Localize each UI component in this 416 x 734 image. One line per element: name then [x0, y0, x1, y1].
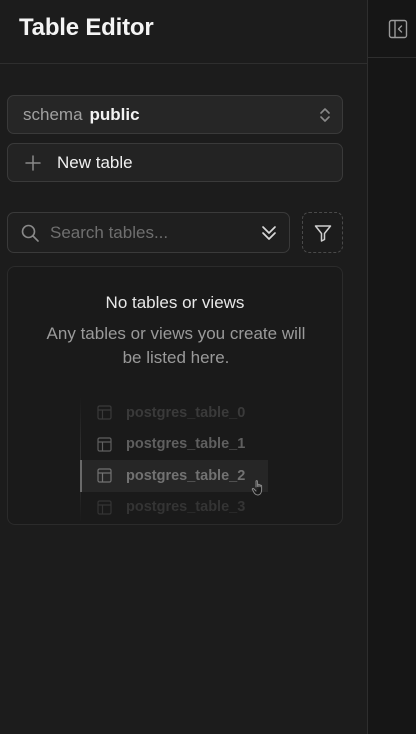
list-item-label: postgres_table_2 [126, 467, 246, 484]
sidebar-header: Table Editor [0, 0, 367, 64]
list-item-label: postgres_table_0 [126, 404, 246, 421]
table-icon [97, 500, 112, 515]
list-item-label: postgres_table_3 [126, 499, 246, 516]
table-icon [97, 468, 112, 483]
plus-icon [25, 154, 41, 171]
table-editor-sidebar: Table Editor schema public New table N [0, 0, 368, 734]
empty-state-title: No tables or views [105, 293, 245, 312]
list-item-highlighted: postgres_table_2 [80, 460, 268, 492]
list-item: postgres_table_1 [80, 429, 280, 461]
list-item-label: postgres_table_1 [126, 436, 246, 453]
table-icon [97, 437, 112, 452]
table-icon [97, 405, 112, 420]
schema-selector[interactable]: schema public [7, 95, 343, 134]
filter-icon [314, 224, 331, 242]
new-table-label: New table [57, 152, 133, 172]
sidebar-collapse-button[interactable] [387, 18, 409, 40]
schema-label: schema [23, 104, 83, 124]
preview-table-list: postgres_table_0 postgres_table_1 postgr… [80, 397, 280, 523]
right-panel-header [368, 0, 416, 58]
chevron-up-down-icon [320, 108, 330, 122]
search-tables-box[interactable] [7, 212, 290, 253]
schema-value: public [89, 104, 140, 124]
empty-state-description: Any tables or views you create will be l… [46, 324, 306, 367]
sidebar-collapse-icon [388, 19, 408, 38]
search-input[interactable] [50, 222, 250, 243]
new-table-button[interactable]: New table [7, 143, 343, 182]
chevrons-down-icon[interactable] [261, 223, 277, 243]
list-item: postgres_table_0 [80, 397, 280, 429]
empty-state-card: No tables or views Any tables or views y… [7, 266, 343, 525]
page-title: Table Editor [19, 13, 154, 41]
right-panel [368, 0, 416, 734]
search-icon [21, 224, 39, 242]
filter-button[interactable] [302, 212, 343, 253]
hand-cursor-icon [251, 480, 263, 496]
